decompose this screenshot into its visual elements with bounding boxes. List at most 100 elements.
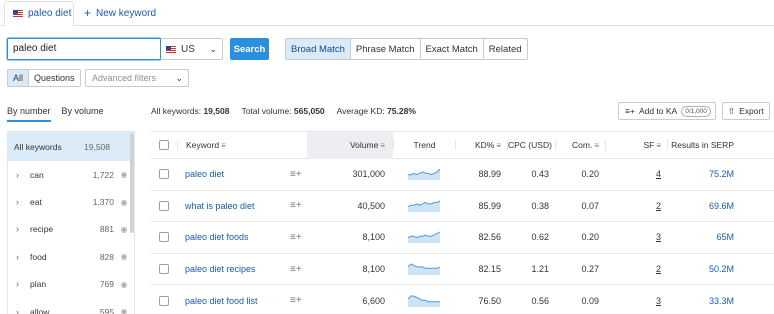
serp-features-link[interactable]: 3 <box>656 232 661 242</box>
group-label: food <box>30 251 47 262</box>
export-icon: ⇧ <box>728 105 736 116</box>
exact-match-button[interactable]: Exact Match <box>420 39 484 59</box>
row-checkbox[interactable] <box>159 295 169 306</box>
table-row: paleo diet recipes ≡+ 8,100 82.15 1.21 0… <box>151 254 774 286</box>
keywords-table: Keyword ≡ Volume ≡ Trend KD% ≡ CPC (USD) Co… <box>151 131 774 314</box>
results-cell: 50.2M <box>708 264 734 275</box>
keyword-link[interactable]: paleo diet food list <box>185 296 290 306</box>
related-button[interactable]: Related <box>483 39 527 59</box>
add-to-list-icon[interactable]: ≡+ <box>290 264 304 275</box>
eye-icon[interactable]: ◉ <box>114 252 134 261</box>
sf-cell: 2 <box>605 264 667 274</box>
us-flag-icon <box>166 45 176 53</box>
select-all-checkbox[interactable] <box>159 140 169 150</box>
sf-cell: 4 <box>605 169 667 179</box>
filter-all-button[interactable]: All <box>8 70 30 86</box>
group-item[interactable]: › plan 769 ◉ <box>8 271 134 298</box>
chevron-right-icon[interactable]: › <box>16 170 30 180</box>
filter-questions-button[interactable]: Questions <box>29 70 80 86</box>
results-column-header[interactable]: Results in SERP <box>667 140 740 150</box>
chevron-down-icon: ⌄ <box>209 43 217 54</box>
database-select[interactable]: US ⌄ <box>161 38 223 60</box>
chevron-right-icon[interactable]: › <box>16 224 30 234</box>
group-label: plan <box>30 279 47 290</box>
us-flag-icon <box>13 10 23 17</box>
keyword-link[interactable]: paleo diet recipes <box>185 264 290 274</box>
add-to-list-icon[interactable]: ≡+ <box>290 169 304 180</box>
chevron-down-icon: ⌄ <box>175 72 183 83</box>
table-row: what is paleo diet ≡+ 40,500 85.99 0.38 … <box>151 191 774 223</box>
all-keywords-group[interactable]: All keywords 19,508 <box>8 132 134 161</box>
group-item[interactable]: › allow 595 ◉ <box>8 298 134 314</box>
table-body: paleo diet ≡+ 301,000 88.99 0.43 0.20 4 … <box>151 159 774 314</box>
keyword-link[interactable]: paleo diet foods <box>185 232 290 242</box>
export-button[interactable]: ⇧ Export <box>722 102 770 120</box>
keyword-column-header[interactable]: Keyword ≡ <box>177 140 307 150</box>
serp-features-link[interactable]: 4 <box>656 169 661 179</box>
group-count: 881 <box>99 224 114 235</box>
group-sort-tabs: By number By volume <box>7 106 104 122</box>
keyword-link[interactable]: what is paleo diet <box>185 201 290 211</box>
database-label: US <box>181 43 195 55</box>
serp-features-link[interactable]: 3 <box>656 296 661 306</box>
row-checkbox[interactable] <box>159 264 169 275</box>
add-to-list-icon[interactable]: ≡+ <box>290 295 304 306</box>
eye-icon[interactable]: ◉ <box>114 307 134 314</box>
volume-column-header[interactable]: Volume ≡ <box>307 131 393 159</box>
group-item[interactable]: › can 1,722 ◉ <box>8 161 134 188</box>
tab-label: paleo diet <box>28 8 72 19</box>
keyword-cell: what is paleo diet ≡+ <box>177 200 307 211</box>
volume-cell: 6,600 <box>362 295 385 306</box>
add-to-ka-button[interactable]: ≡+ Add to KA 0/1,000 <box>618 102 716 120</box>
trend-cell <box>393 295 455 307</box>
chevron-right-icon[interactable]: › <box>16 307 30 314</box>
group-item[interactable]: › recipe 881 ◉ <box>8 216 134 243</box>
sort-icon: ≡ <box>594 141 599 150</box>
eye-icon[interactable]: ◉ <box>114 280 134 289</box>
sort-by-volume-tab[interactable]: By volume <box>62 106 104 122</box>
group-item[interactable]: › food 828 ◉ <box>8 243 134 270</box>
group-item[interactable]: › eat 1,370 ◉ <box>8 188 134 215</box>
chevron-right-icon[interactable]: › <box>16 279 30 289</box>
keyword-tabs: paleo diet + New keyword <box>0 0 774 26</box>
cpc-column-header[interactable]: CPC (USD) <box>507 140 555 150</box>
trend-sparkline <box>408 200 440 212</box>
competition-column-header[interactable]: Com. ≡ <box>555 140 605 150</box>
trend-cell <box>393 231 455 244</box>
table-row: paleo diet food list ≡+ 6,600 76.50 0.56… <box>151 285 774 314</box>
new-keyword-tab[interactable]: + New keyword <box>84 4 156 22</box>
select-all-checkbox-cell <box>151 140 177 150</box>
group-count: 1,370 <box>92 197 114 208</box>
add-to-list-icon[interactable]: ≡+ <box>290 200 304 211</box>
sort-by-number-tab[interactable]: By number <box>7 106 51 122</box>
chevron-right-icon[interactable]: › <box>16 197 30 207</box>
row-checkbox[interactable] <box>159 169 169 180</box>
sf-column-header[interactable]: SF ≡ <box>605 140 667 150</box>
group-label: recipe <box>30 224 54 235</box>
group-count: 1,722 <box>92 169 114 180</box>
keyword-input[interactable]: paleo diet <box>7 38 161 60</box>
match-type-group: Broad Match Phrase Match Exact Match Rel… <box>285 38 528 60</box>
ka-count-badge: 0/1,000 <box>681 105 711 117</box>
advanced-filters-dropdown[interactable]: Advanced filters ⌄ <box>85 69 189 87</box>
search-button[interactable]: Search <box>230 38 269 60</box>
kd-cell: 76.50 <box>478 295 501 306</box>
kd-column-header[interactable]: KD% ≡ <box>455 140 507 150</box>
serp-features-link[interactable]: 2 <box>656 201 661 211</box>
row-checkbox-cell <box>151 200 177 211</box>
tab-paleo-diet[interactable]: paleo diet <box>4 1 74 26</box>
volume-cell: 40,500 <box>357 200 385 211</box>
all-keywords-stat: All keywords: 19,508 <box>151 106 230 116</box>
phrase-match-button[interactable]: Phrase Match <box>350 39 421 59</box>
broad-match-button[interactable]: Broad Match <box>286 39 351 59</box>
serp-features-link[interactable]: 2 <box>656 264 661 274</box>
trend-cell <box>393 263 455 276</box>
keyword-link[interactable]: paleo diet <box>185 169 290 179</box>
chevron-right-icon[interactable]: › <box>16 252 30 262</box>
row-checkbox[interactable] <box>159 232 169 243</box>
total-volume-stat: Total volume: 565,050 <box>241 106 325 116</box>
trend-sparkline <box>408 263 440 276</box>
add-to-list-icon[interactable]: ≡+ <box>290 232 304 243</box>
groups-scrollbar[interactable] <box>130 133 134 233</box>
row-checkbox[interactable] <box>159 200 169 211</box>
